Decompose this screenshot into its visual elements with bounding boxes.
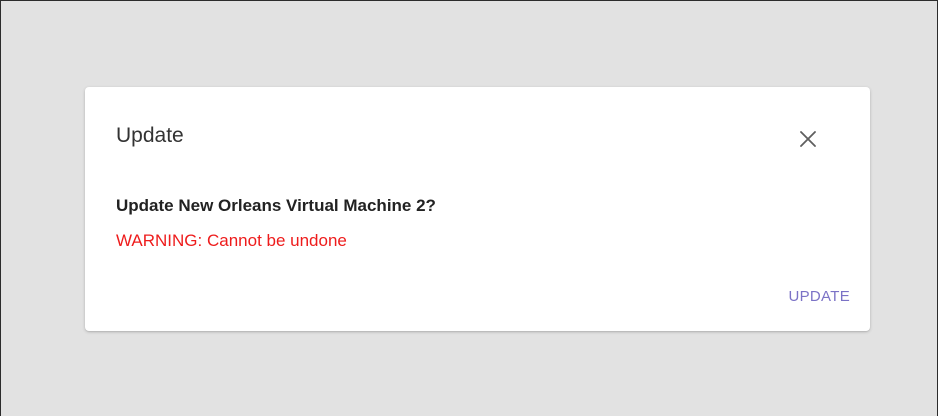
- dialog-warning: WARNING: Cannot be undone: [116, 231, 347, 250]
- update-button[interactable]: UPDATE: [784, 287, 854, 306]
- dialog-backdrop: Update Update New Orleans Virtual Machin…: [0, 0, 938, 416]
- dialog-title: Update: [116, 124, 184, 147]
- close-icon: [800, 131, 816, 147]
- update-dialog: Update Update New Orleans Virtual Machin…: [85, 87, 870, 331]
- close-button[interactable]: [791, 123, 825, 157]
- dialog-message: Update New Orleans Virtual Machine 2?: [116, 196, 436, 215]
